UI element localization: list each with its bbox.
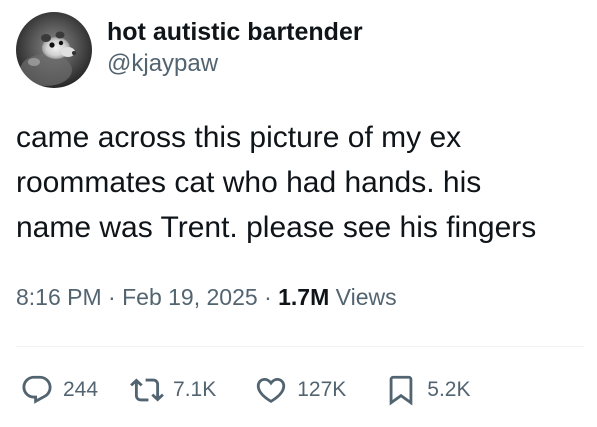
reply-icon (20, 373, 54, 407)
reply-count: 244 (63, 378, 99, 401)
meta-separator: · (108, 284, 116, 310)
tweet-text-line: came across this picture of my ex (16, 121, 462, 154)
avatar[interactable] (16, 12, 92, 88)
reply-button[interactable]: 244 (20, 373, 98, 407)
tweet-text: came across this picture of my ex roomma… (16, 115, 586, 250)
bookmark-icon (384, 373, 418, 407)
bookmark-count: 5.2K (427, 378, 471, 401)
bookmark-button[interactable]: 5.2K (384, 373, 471, 407)
tweet-text-line: roommates cat who had hands. his (16, 166, 482, 199)
tweet-header: hot autistic bartender @kjaypaw (16, 12, 363, 88)
repost-button[interactable]: 7.1K (130, 373, 216, 407)
divider (16, 346, 584, 347)
author-names: hot autistic bartender @kjaypaw (107, 16, 363, 80)
views-count[interactable]: 1.7M (278, 284, 329, 310)
views-label: Views (335, 284, 397, 310)
meta-separator: · (264, 284, 272, 310)
heart-icon (254, 373, 288, 407)
like-button[interactable]: 127K (254, 373, 346, 407)
tweet-date[interactable]: Feb 19, 2025 (122, 284, 258, 310)
repost-count: 7.1K (173, 378, 217, 401)
opossum-avatar-icon (16, 12, 92, 88)
tweet-text-line: name was Trent. please see his fingers (16, 211, 537, 244)
tweet-card: hot autistic bartender @kjaypaw came acr… (0, 0, 597, 427)
action-bar: 244 7.1K 127K 5.2K (20, 372, 471, 408)
repost-icon (130, 373, 164, 407)
tweet-time[interactable]: 8:16 PM (16, 284, 102, 310)
like-count: 127K (297, 378, 347, 401)
author-display-name[interactable]: hot autistic bartender (107, 16, 363, 48)
author-handle[interactable]: @kjaypaw (107, 48, 363, 80)
tweet-meta: 8:16 PM · Feb 19, 2025 · 1.7M Views (16, 282, 397, 312)
